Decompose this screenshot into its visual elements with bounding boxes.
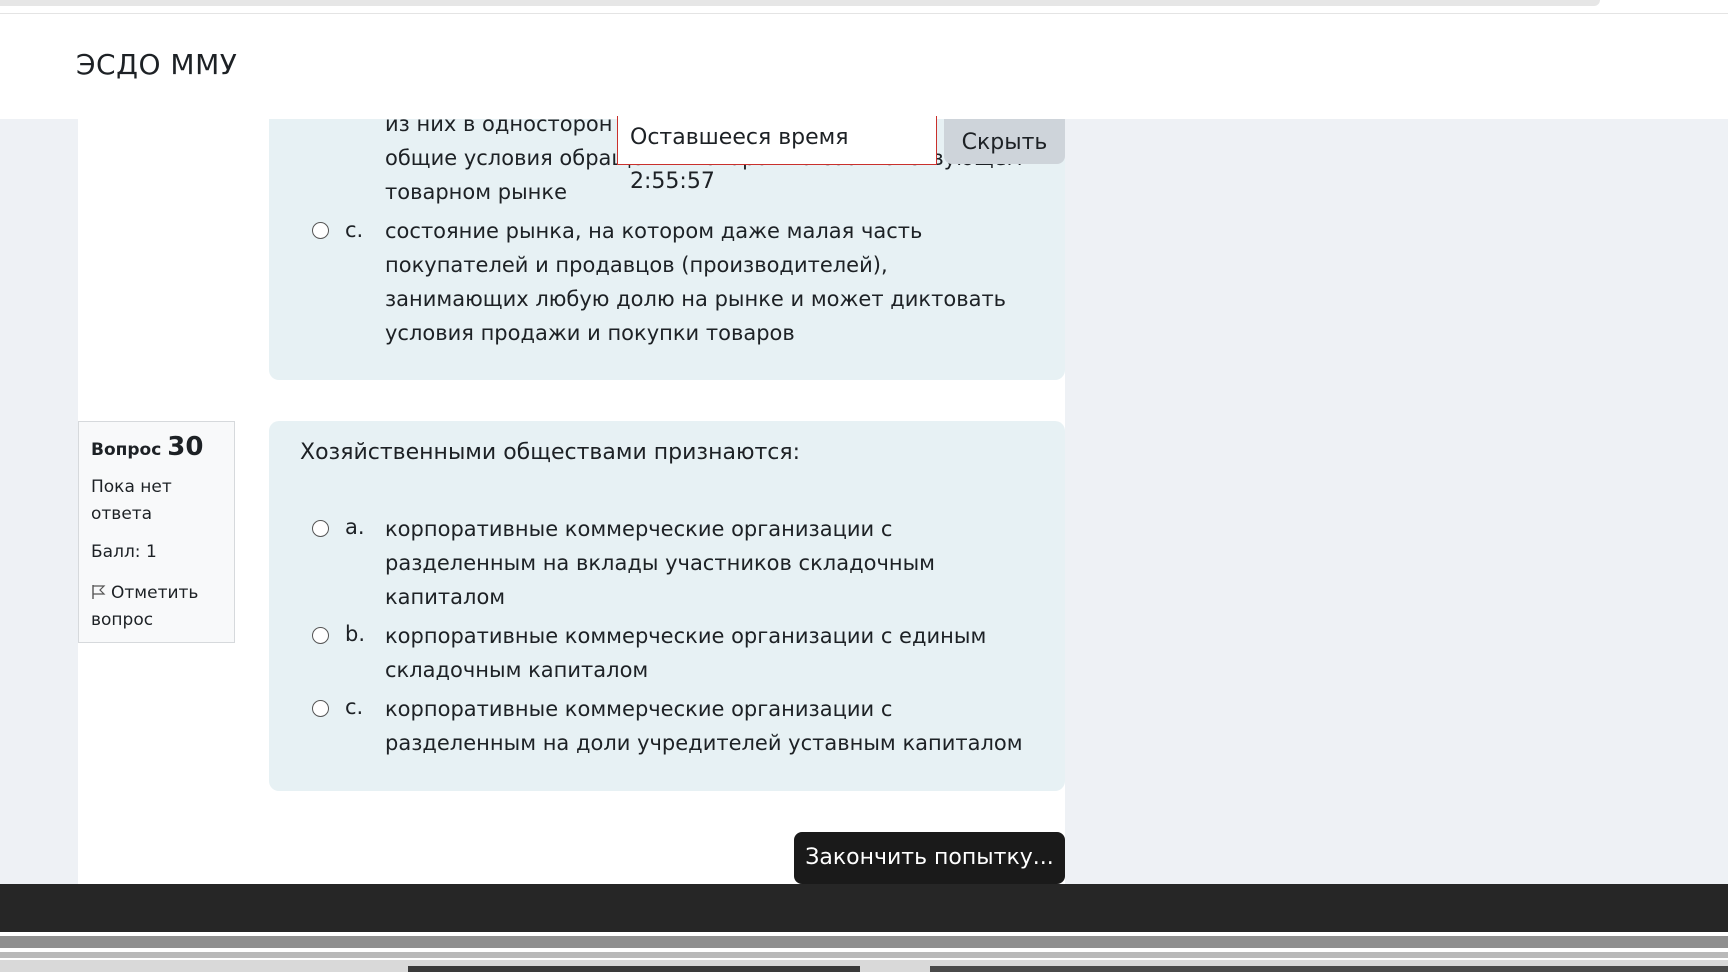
question-30-text: Хозяйственными обществами признаются:: [300, 440, 801, 465]
timer-label: Оставшееся время: [630, 125, 849, 150]
divider: [0, 13, 1728, 14]
taskbar-item[interactable]: [930, 966, 1728, 972]
site-header: ЭСДО ММУ: [0, 16, 1728, 119]
q29-option-c-radio[interactable]: [312, 222, 329, 239]
q30-option-b-radio[interactable]: [312, 627, 329, 644]
scrollbar-horizontal[interactable]: [0, 0, 1600, 6]
q30-option-a-label[interactable]: корпоративные коммерческие организации с…: [385, 512, 1045, 614]
taskbar-item[interactable]: [408, 966, 860, 972]
hide-timer-button[interactable]: Скрыть: [944, 119, 1065, 164]
remaining-time-box: Оставшееся время 2:55:57: [617, 116, 937, 194]
q30-option-c-radio[interactable]: [312, 700, 329, 717]
q30-option-c-label[interactable]: корпоративные коммерческие организации с…: [385, 692, 1085, 760]
finish-attempt-button[interactable]: Закончить попытку...: [794, 832, 1065, 884]
q30-option-a-radio[interactable]: [312, 520, 329, 537]
question-grade: Балл: 1: [91, 542, 157, 562]
q29-option-c-letter: c.: [345, 218, 364, 242]
question-number: Вопрос 30: [91, 432, 204, 462]
q29-option-c-label[interactable]: состояние рынка, на котором даже малая ч…: [385, 214, 1045, 350]
browser-top-strip: [0, 0, 1728, 16]
q30-option-c-letter: c.: [345, 695, 364, 719]
timer-value: 2:55:57: [630, 169, 715, 194]
window-bottom-band: [0, 932, 1728, 972]
flag-icon: [91, 582, 107, 599]
question-30-info: Вопрос 30 Пока нет ответа Балл: 1 Отмети…: [78, 421, 235, 643]
q30-option-b-label[interactable]: корпоративные коммерческие организации с…: [385, 619, 1045, 687]
flag-label: Отметить вопрос: [91, 583, 199, 630]
site-brand[interactable]: ЭСДО ММУ: [76, 48, 237, 81]
q30-option-a-letter: a.: [345, 515, 365, 539]
page-footer: [0, 884, 1728, 932]
q30-option-b-letter: b.: [345, 622, 366, 646]
flag-question-button[interactable]: Отметить вопрос: [91, 580, 231, 634]
answer-state: Пока нет ответа: [91, 477, 172, 524]
q29-option-b-line-3: товарном рынке: [385, 180, 567, 204]
